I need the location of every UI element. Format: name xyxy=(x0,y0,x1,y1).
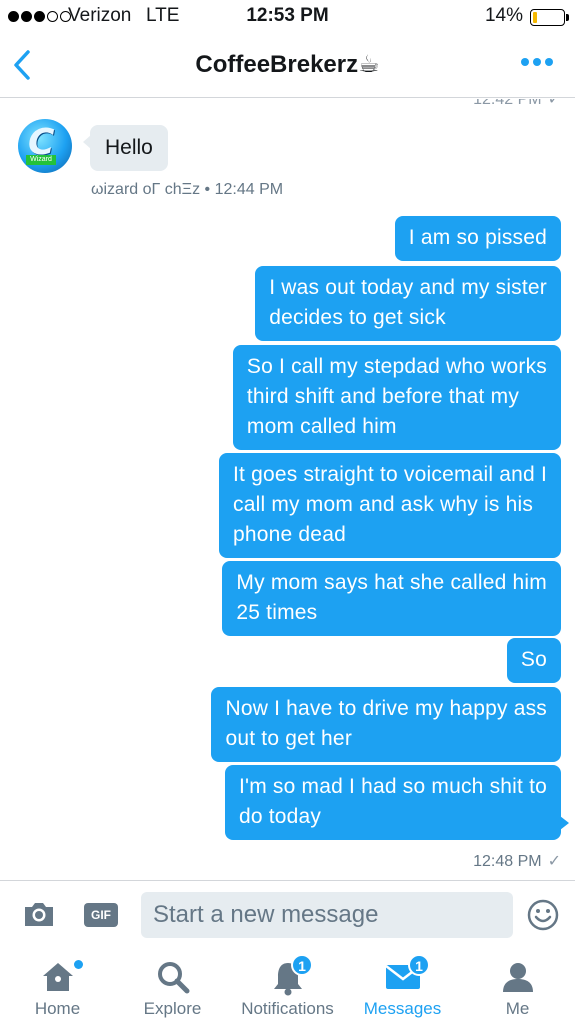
message-line: Now I have to drive my happy ass xyxy=(225,697,547,720)
outgoing-message[interactable]: My mom says hat she called him 25 times xyxy=(222,561,561,636)
message-line: So xyxy=(520,648,547,671)
tab-label: Explore xyxy=(143,999,202,1018)
outgoing-message[interactable]: So I call my stepdad who works third shif… xyxy=(232,345,561,450)
message-line: I was out today and my sister xyxy=(269,276,547,299)
message-line: My mom says hat she called him xyxy=(236,571,547,594)
camera-button[interactable] xyxy=(22,900,56,928)
message-line: I'm so mad I had so much shit to xyxy=(238,775,547,798)
message-line: It goes straight to voicemail and I xyxy=(233,463,547,486)
tab-label: Notifications xyxy=(241,999,334,1018)
message-line: 25 times xyxy=(236,601,318,624)
tab-bar: Home Explore 1 Notifications 1 Messages … xyxy=(0,948,575,1024)
incoming-time: 12:44 PM xyxy=(214,181,284,198)
incoming-message-meta: ωizard oΓ chΞz • 12:44 PM xyxy=(91,181,284,198)
message-line: I am so pissed xyxy=(408,226,547,249)
new-content-dot xyxy=(74,960,83,969)
outgoing-message[interactable]: I was out today and my sister decides to … xyxy=(255,266,561,341)
tab-label: Messages xyxy=(363,999,442,1018)
outgoing-message[interactable]: I'm so mad I had so much shit to do today xyxy=(224,765,570,840)
message-line: mom called him xyxy=(246,415,397,438)
message-line: call my mom and ask why is his xyxy=(233,493,534,516)
tab-home[interactable]: Home xyxy=(0,948,115,1024)
more-options-icon[interactable] xyxy=(521,58,553,66)
notification-badge: 1 xyxy=(291,954,313,976)
message-input[interactable] xyxy=(141,892,513,938)
tab-messages[interactable]: 1 Messages xyxy=(345,948,460,1024)
camera-icon xyxy=(25,903,53,926)
battery-icon xyxy=(530,9,569,26)
smiley-icon xyxy=(527,899,559,931)
conversation-header: CoffeeBrekerz☕ xyxy=(0,34,575,98)
message-timestamp: 12:42 PM ✓ xyxy=(473,99,561,108)
avatar[interactable]: C Wizard xyxy=(18,119,72,173)
outgoing-message-meta: 12:48 PM ✓ xyxy=(473,851,561,871)
conversation-title[interactable]: CoffeeBrekerz☕ xyxy=(0,50,575,79)
message-line: do today xyxy=(238,805,322,828)
status-bar: Verizon LTE 12:53 PM 14% xyxy=(0,0,575,34)
search-icon xyxy=(157,962,189,994)
incoming-message[interactable]: Hello xyxy=(83,125,168,171)
tab-explore[interactable]: Explore xyxy=(115,948,230,1024)
tab-label: Me xyxy=(505,999,530,1018)
tab-notifications[interactable]: 1 Notifications xyxy=(230,948,345,1024)
message-line: So I call my stepdad who works xyxy=(246,355,547,378)
emoji-button[interactable] xyxy=(527,899,559,931)
sent-check-icon: ✓ xyxy=(547,853,561,870)
outgoing-message[interactable]: Now I have to drive my happy ass out to g… xyxy=(211,687,561,762)
outgoing-time: 12:48 PM xyxy=(473,853,542,870)
message-line: out to get her xyxy=(225,727,353,750)
avatar-tag: Wizard xyxy=(26,155,56,165)
message-line: phone dead xyxy=(233,523,346,546)
message-line: third shift and before that my xyxy=(246,385,520,408)
tab-label: Home xyxy=(34,999,81,1018)
outgoing-message[interactable]: It goes straight to voicemail and I call … xyxy=(219,453,561,558)
gif-button[interactable]: GIF xyxy=(84,903,118,927)
home-icon xyxy=(42,963,73,991)
sender-name: ωizard oΓ chΞz xyxy=(91,181,201,198)
tab-me[interactable]: Me xyxy=(460,948,575,1024)
battery-percentage: 14% xyxy=(484,5,523,26)
person-icon xyxy=(502,963,533,992)
message-thread[interactable]: 12:42 PM ✓ C Wizard Hello ωizard oΓ chΞz … xyxy=(0,99,575,880)
message-composer: GIF xyxy=(0,880,575,948)
message-badge: 1 xyxy=(408,954,430,976)
outgoing-message[interactable]: So xyxy=(506,638,561,683)
message-line: decides to get sick xyxy=(269,306,446,329)
outgoing-message[interactable]: I am so pissed xyxy=(394,216,561,261)
